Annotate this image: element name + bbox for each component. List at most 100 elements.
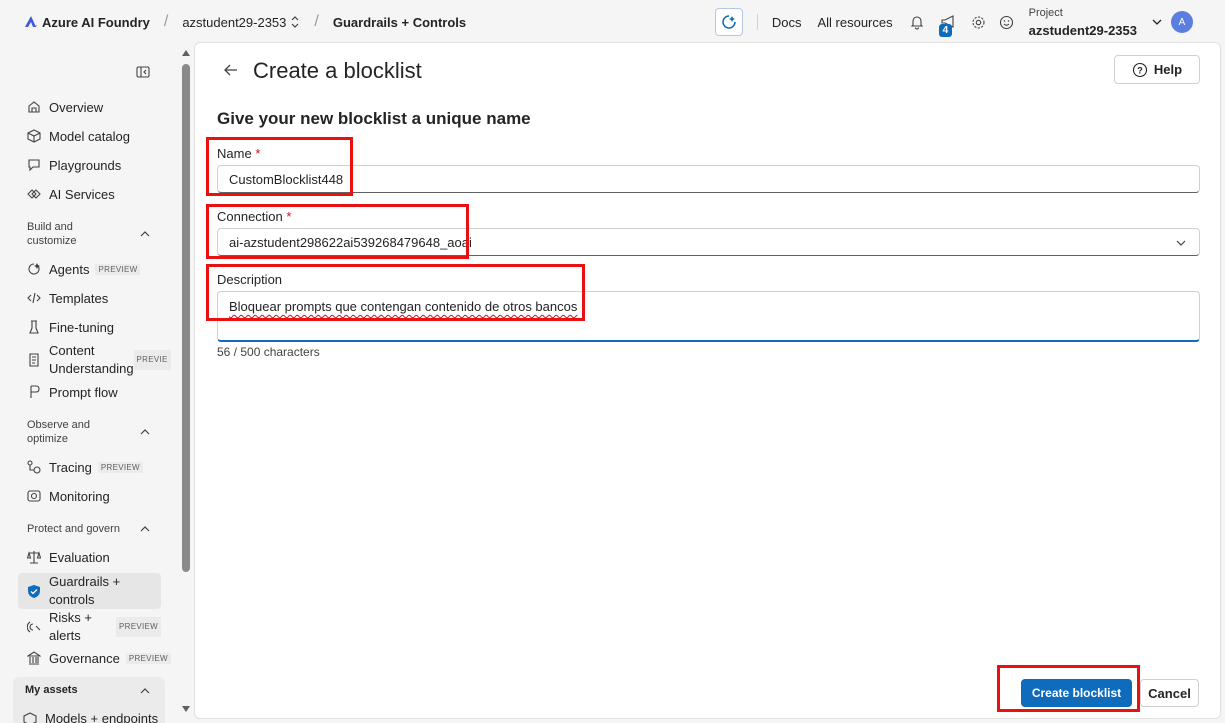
top-bar-actions: Docs All resources 4 Project azstudent29… (714, 0, 1225, 44)
chevron-down-icon[interactable] (1151, 16, 1163, 28)
breadcrumb-separator: / (314, 13, 319, 30)
sidebar-item-agents[interactable]: Agents PREVIEW (18, 261, 161, 277)
ai-services-icon (26, 186, 42, 202)
sidebar-item-label: Guardrails + controls (49, 574, 121, 607)
section-label: Protect and govern (27, 523, 120, 535)
sidebar-item-label: Governance (49, 650, 120, 666)
sidebar-item-label: Tracing (49, 459, 92, 475)
highlight-box (206, 204, 469, 259)
flask-icon (26, 319, 42, 335)
tracing-icon (26, 459, 42, 475)
sidebar-item-evaluation[interactable]: Evaluation (18, 549, 161, 565)
help-icon: ? (1132, 62, 1147, 77)
sidebar-item-overview[interactable]: Overview (18, 99, 161, 115)
sidebar-item-ai-services[interactable]: AI Services (18, 186, 161, 202)
page-breadcrumb[interactable]: Guardrails + Controls (333, 15, 466, 30)
back-arrow-icon[interactable] (223, 62, 239, 78)
sidebar-item-label: AI Services (49, 186, 115, 202)
sidebar-item-content-understanding[interactable]: Content Understanding PREVIE (18, 342, 171, 378)
page-title: Create a blocklist (253, 58, 422, 83)
sidebar-item-monitoring[interactable]: Monitoring (18, 488, 161, 504)
sidebar-item-templates[interactable]: Templates (18, 290, 161, 306)
sidebar-item-guardrails-controls[interactable]: Guardrails + controls (18, 573, 161, 609)
project-breadcrumb[interactable]: azstudent29-2353 (182, 15, 300, 30)
sidebar-item-label: Prompt flow (49, 384, 118, 400)
sidebar-item-tracing[interactable]: Tracing PREVIEW (18, 459, 161, 475)
sidebar-item-playgrounds[interactable]: Playgrounds (18, 157, 161, 173)
sidebar-item-label: Models + endpoints (45, 711, 159, 723)
sidebar-item-label: Monitoring (49, 488, 110, 504)
preview-badge: PREVIEW (125, 652, 171, 664)
breadcrumb-separator: / (163, 13, 169, 30)
cancel-button[interactable]: Cancel (1140, 679, 1199, 707)
preview-badge: PREVIEW (95, 263, 141, 275)
form-subheading: Give your new blocklist a unique name (217, 109, 531, 128)
docs-link[interactable]: Docs (772, 15, 802, 30)
project-name: azstudent29-2353 (1028, 23, 1137, 38)
notification-count-badge: 4 (938, 24, 953, 37)
scroll-down-arrow-icon[interactable] (182, 706, 190, 712)
sidebar-item-fine-tuning[interactable]: Fine-tuning (18, 319, 161, 335)
gear-icon (972, 15, 985, 29)
chevron-up-icon (140, 526, 150, 532)
sidebar-item-label: Playgrounds (49, 157, 122, 173)
home-icon (26, 99, 42, 115)
section-build-and-customize[interactable]: Build and customize (27, 220, 151, 248)
document-list-icon (26, 352, 42, 368)
sidebar-item-model-catalog[interactable]: Model catalog (18, 128, 161, 144)
highlight-box (206, 137, 353, 196)
chevron-up-icon (140, 231, 150, 237)
project-switcher[interactable]: Project azstudent29-2353 (1029, 5, 1137, 39)
project-breadcrumb-label: azstudent29-2353 (182, 14, 287, 30)
feedback-button[interactable] (999, 14, 1015, 30)
agents-icon (26, 261, 42, 277)
collapse-sidebar-icon[interactable] (136, 65, 150, 79)
sidebar-item-label: Risks + alerts (49, 610, 92, 643)
smiley-icon (1000, 15, 1014, 29)
notifications-button[interactable] (909, 14, 925, 30)
risks-icon (26, 619, 42, 635)
sidebar-item-label: Fine-tuning (49, 319, 115, 335)
name-input[interactable]: CustomBlocklist448 (217, 165, 1200, 193)
prompt-flow-icon (26, 384, 42, 400)
section-label: My assets (25, 684, 78, 696)
chevron-up-icon[interactable] (139, 685, 151, 697)
chat-icon (26, 157, 42, 173)
cube-icon (23, 711, 37, 723)
help-button[interactable]: ? Help (1114, 55, 1200, 84)
sidebar-item-prompt-flow[interactable]: Prompt flow (18, 384, 161, 400)
section-label: Build and customize (27, 221, 77, 247)
character-counter: 56 / 500 characters (217, 345, 320, 359)
all-resources-link[interactable]: All resources (817, 15, 892, 30)
monitoring-icon (26, 488, 42, 504)
sidebar-item-risks-alerts[interactable]: Risks + alerts PREVIEW (18, 609, 161, 645)
preview-badge: PREVIE (133, 350, 171, 370)
announcements-button[interactable]: 4 (937, 14, 959, 37)
brand-name: Azure AI Foundry (42, 14, 150, 30)
section-protect-and-govern[interactable]: Protect and govern (27, 522, 151, 536)
settings-button[interactable] (971, 14, 987, 30)
sidebar-item-governance[interactable]: Governance PREVIEW (18, 650, 171, 666)
cube-icon (26, 128, 42, 144)
avatar[interactable]: A (1171, 11, 1193, 33)
divider (756, 14, 758, 30)
copilot-button[interactable] (714, 8, 743, 36)
scrollbar-thumb[interactable] (182, 64, 190, 572)
code-icon (26, 290, 42, 306)
my-assets-section: My assets Models + endpoints (13, 677, 165, 723)
sidebar-item-label: Evaluation (49, 549, 110, 565)
brand-link[interactable]: Azure AI Foundry (24, 15, 150, 30)
scroll-up-arrow-icon[interactable] (182, 50, 190, 56)
preview-badge: PREVIEW (116, 617, 161, 637)
top-bar: Azure AI Foundry / azstudent29-2353 / Gu… (0, 0, 1225, 44)
shield-icon (26, 583, 42, 599)
sidebar-item-label: Agents (49, 261, 90, 277)
help-label: Help (1153, 62, 1183, 77)
copilot-icon (722, 15, 736, 29)
sidebar-item-models-endpoints[interactable]: Models + endpoints (23, 711, 158, 723)
project-label: Project (1028, 7, 1063, 19)
highlight-box (997, 665, 1140, 712)
section-observe-and-optimize[interactable]: Observe and optimize (27, 418, 151, 446)
highlight-box (206, 264, 585, 321)
sidebar-item-label: Overview (49, 99, 104, 115)
